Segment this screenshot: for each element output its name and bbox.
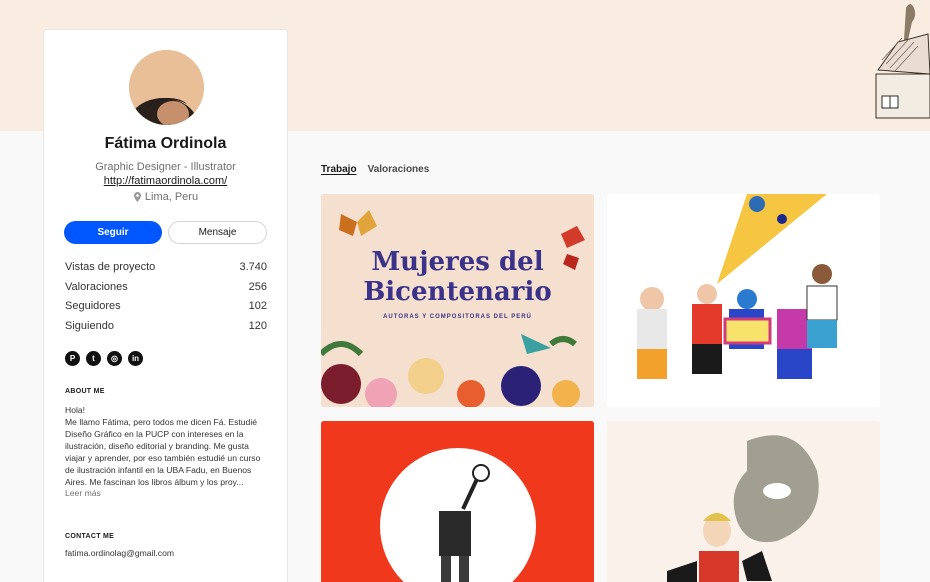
profile-stats: Vistas de proyecto 3.740 Valoraciones 256 … [65,261,267,339]
about-text: Hola! Me llamo Fátima, pero todos me dic… [65,405,261,487]
stat-value: 120 [248,319,267,332]
stat-label: Valoraciones [65,280,128,293]
profile-tabs: Trabajo Valoraciones [321,164,429,175]
stat-row: Vistas de proyecto 3.740 [65,261,267,281]
tab-trabajo[interactable]: Trabajo [321,164,357,175]
location-pin-icon [133,192,141,202]
tab-valoraciones[interactable]: Valoraciones [368,164,430,175]
project-subtitle: AUTORAS Y COMPOSITORAS DEL PERÚ [383,314,532,320]
project-cover-image [321,421,594,582]
read-more-link[interactable]: Leer más [65,488,101,498]
profile-location: Lima, Peru [44,191,287,203]
project-title-line1: Mujeres del [371,247,544,277]
stat-value: 3.740 [239,261,267,273]
project-tile[interactable]: Mujeres del Bicentenario AUTORAS Y COMPO… [321,194,594,407]
project-cover-image [607,194,880,407]
project-tile[interactable] [607,194,880,407]
stat-label: Vistas de proyecto [65,261,156,273]
profile-card: Fátima Ordinola Graphic Designer - Illus… [43,29,288,582]
about-title: ABOUT ME [65,388,105,395]
message-button[interactable]: Mensaje [168,221,267,244]
linkedin-icon[interactable]: in [128,351,143,366]
social-links: P t ◎ in [65,351,143,366]
contact-title: CONTACT ME [65,533,115,540]
location-label: Lima, Peru [144,191,199,203]
instagram-icon[interactable]: ◎ [107,351,122,366]
profile-website-link[interactable]: http://fatimaordinola.com/ [44,175,287,187]
stat-row: Valoraciones 256 [65,281,267,301]
stat-row: Seguidores 102 [65,300,267,320]
project-tile[interactable] [607,421,880,582]
house-illustration-icon [875,4,930,119]
stat-label: Siguiendo [65,319,114,332]
project-cover-image [607,421,880,582]
stat-value: 256 [248,280,267,293]
project-title-line2: Bicentenario [363,277,552,307]
stat-value: 102 [248,300,267,312]
contact-email[interactable]: fatima.ordinolag@gmail.com [65,548,174,558]
stat-label: Seguidores [65,300,121,312]
project-tile[interactable] [321,421,594,582]
profile-occupation: Graphic Designer - Illustrator [95,161,236,173]
stat-row: Siguiendo 120 [65,320,267,340]
follow-button[interactable]: Seguir [64,221,162,244]
avatar[interactable] [129,50,204,125]
profile-name: Fátima Ordinola [104,135,227,152]
pinterest-icon[interactable]: P [65,351,80,366]
tumblr-icon[interactable]: t [86,351,101,366]
